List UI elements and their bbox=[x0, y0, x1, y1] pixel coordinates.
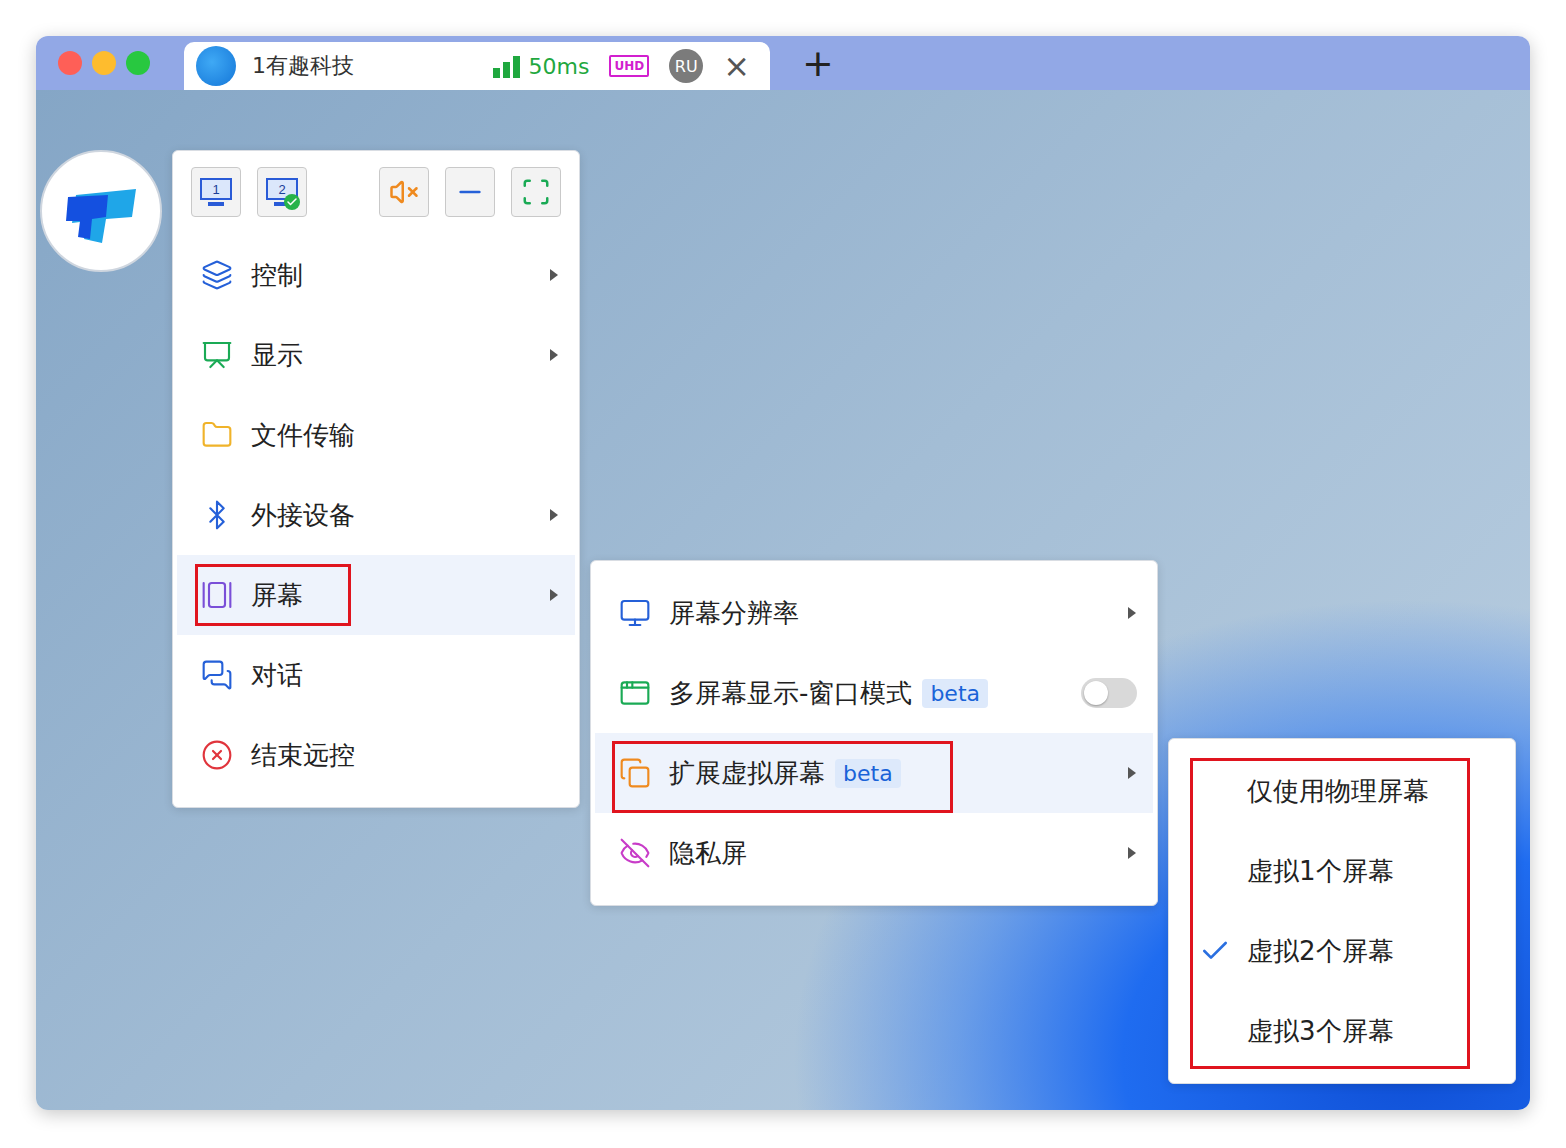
submenu-arrow-icon bbox=[549, 588, 559, 602]
menu-item[interactable]: 文件传输 bbox=[177, 395, 575, 475]
submenu-item[interactable]: 屏幕分辨率 bbox=[595, 573, 1153, 653]
submenu-item[interactable]: 扩展虚拟屏幕beta bbox=[595, 733, 1153, 813]
menu-item[interactable]: 显示 bbox=[177, 315, 575, 395]
screen-icon bbox=[201, 579, 233, 611]
menu-item-label: 外接设备 bbox=[251, 498, 355, 533]
beta-badge: beta bbox=[835, 759, 901, 788]
submenu-item-label: 多屏幕显示-窗口模式beta bbox=[669, 676, 988, 711]
user-badge[interactable]: RU bbox=[669, 49, 703, 83]
speaker-icon bbox=[389, 177, 419, 207]
check-icon bbox=[1199, 935, 1231, 967]
submenu-arrow-icon bbox=[549, 348, 559, 362]
virtual-screen-option[interactable]: 虚拟1个屏幕 bbox=[1173, 831, 1511, 911]
close-light[interactable] bbox=[58, 51, 82, 75]
monitor-number: 1 bbox=[200, 178, 232, 200]
remote-desktop: 12控制显示文件传输外接设备屏幕对话结束远控屏幕分辨率多屏幕显示-窗口模式bet… bbox=[36, 90, 1530, 1110]
main-menu: 12控制显示文件传输外接设备屏幕对话结束远控 bbox=[172, 150, 580, 808]
minimize-icon bbox=[454, 176, 486, 208]
quality-badge[interactable]: UHD bbox=[609, 55, 649, 77]
minimize-light[interactable] bbox=[92, 51, 116, 75]
beta-badge: beta bbox=[922, 679, 988, 708]
folder-icon bbox=[201, 419, 233, 451]
submenu-arrow-icon bbox=[1127, 766, 1137, 780]
window-mode-toggle[interactable] bbox=[1081, 678, 1137, 708]
zoom-light[interactable] bbox=[126, 51, 150, 75]
menu-item-label: 结束远控 bbox=[251, 738, 355, 773]
app-window: 1有趣科技50msUHDRU×+12控制显示文件传输外接设备屏幕对话结束远控屏幕… bbox=[36, 36, 1530, 1110]
submenu-item-label: 屏幕分辨率 bbox=[669, 596, 799, 631]
menu-toolbar: 12 bbox=[177, 167, 575, 217]
minimize-button[interactable] bbox=[445, 167, 495, 217]
menu-item[interactable]: 屏幕 bbox=[177, 555, 575, 635]
privacy-icon bbox=[619, 837, 651, 869]
window-mode-icon bbox=[619, 677, 651, 709]
page: 1有趣科技50msUHDRU×+12控制显示文件传输外接设备屏幕对话结束远控屏幕… bbox=[0, 0, 1566, 1148]
tab-status: 50ms UHD RU × bbox=[493, 49, 750, 83]
resolution-icon bbox=[619, 597, 651, 629]
menu-item[interactable]: 控制 bbox=[177, 235, 575, 315]
app-logo-icon bbox=[62, 177, 140, 245]
option-label: 仅使用物理屏幕 bbox=[1247, 774, 1429, 809]
float-menu-button[interactable] bbox=[40, 150, 162, 272]
submenu-arrow-icon bbox=[1127, 846, 1137, 860]
virtual-screen-option[interactable]: 虚拟2个屏幕 bbox=[1173, 911, 1511, 991]
submenu-item[interactable]: 多屏幕显示-窗口模式beta bbox=[595, 653, 1153, 733]
end-icon bbox=[201, 739, 233, 771]
screen-submenu: 屏幕分辨率多屏幕显示-窗口模式beta 扩展虚拟屏幕beta 隐私屏 bbox=[590, 560, 1158, 906]
title-bar: 1有趣科技 50ms UHD RU × + bbox=[36, 36, 1530, 90]
menu-item[interactable]: 对话 bbox=[177, 635, 575, 715]
annotation-box bbox=[612, 741, 953, 813]
virtual-screen-submenu: 仅使用物理屏幕虚拟1个屏幕虚拟2个屏幕虚拟3个屏幕 bbox=[1168, 738, 1516, 1084]
submenu-item-label: 隐私屏 bbox=[669, 836, 747, 871]
submenu-arrow-icon bbox=[549, 508, 559, 522]
tab-close-button[interactable]: × bbox=[723, 50, 750, 82]
tab-logo-icon bbox=[196, 46, 236, 86]
monitor-stand bbox=[208, 202, 224, 206]
menu-item-label: 文件传输 bbox=[251, 418, 355, 453]
menu-item-label: 对话 bbox=[251, 658, 303, 693]
annotation-box bbox=[195, 564, 351, 626]
virtual-screen-option[interactable]: 虚拟3个屏幕 bbox=[1173, 991, 1511, 1071]
menu-item-label: 显示 bbox=[251, 338, 303, 373]
session-tab[interactable]: 1有趣科技 50ms UHD RU × bbox=[184, 42, 770, 90]
device-icon bbox=[201, 499, 233, 531]
signal-icon bbox=[493, 54, 521, 78]
layers-icon bbox=[201, 259, 233, 291]
menu-item-label: 屏幕 bbox=[251, 578, 303, 613]
tab-title: 1有趣科技 bbox=[252, 51, 477, 81]
virtual-screen-option[interactable]: 仅使用物理屏幕 bbox=[1173, 751, 1511, 831]
toggle-knob bbox=[1084, 681, 1108, 705]
menu-item-label: 控制 bbox=[251, 258, 303, 293]
option-check-slot bbox=[1199, 775, 1231, 807]
display-icon bbox=[201, 339, 233, 371]
menu-item[interactable]: 结束远控 bbox=[177, 715, 575, 795]
fullscreen-icon bbox=[521, 177, 551, 207]
submenu-arrow-icon bbox=[1127, 606, 1137, 620]
option-label: 虚拟1个屏幕 bbox=[1247, 854, 1394, 889]
option-check-slot bbox=[1199, 855, 1231, 887]
option-check-slot bbox=[1199, 935, 1231, 967]
mute-button[interactable] bbox=[379, 167, 429, 217]
annotation-box bbox=[1190, 758, 1470, 1069]
menu-item[interactable]: 外接设备 bbox=[177, 475, 575, 555]
submenu-item-label: 扩展虚拟屏幕beta bbox=[669, 756, 901, 791]
traffic-lights bbox=[58, 51, 184, 75]
option-label: 虚拟2个屏幕 bbox=[1247, 934, 1394, 969]
new-tab-button[interactable]: + bbox=[802, 44, 834, 82]
fullscreen-button[interactable] bbox=[511, 167, 561, 217]
chat-icon bbox=[201, 659, 233, 691]
submenu-arrow-icon bbox=[549, 268, 559, 282]
latency: 50ms bbox=[493, 54, 590, 79]
screen-button[interactable]: 2 bbox=[257, 167, 307, 217]
selected-check-icon bbox=[284, 194, 300, 210]
submenu-item[interactable]: 隐私屏 bbox=[595, 813, 1153, 893]
option-label: 虚拟3个屏幕 bbox=[1247, 1014, 1394, 1049]
screen-button[interactable]: 1 bbox=[191, 167, 241, 217]
option-check-slot bbox=[1199, 1015, 1231, 1047]
virtual-screen-icon bbox=[619, 757, 651, 789]
monitor-icon: 1 bbox=[200, 178, 232, 206]
